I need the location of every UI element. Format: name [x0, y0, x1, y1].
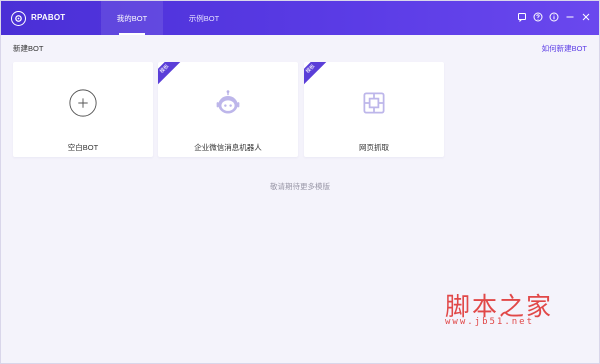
card-label: 网页抓取: [359, 143, 389, 152]
app-name: RPABOT: [31, 13, 66, 22]
more-templates-hint: 敬请期待更多模版: [270, 182, 330, 191]
window-controls: [517, 12, 591, 22]
tab-my-bot[interactable]: 我的BOT: [101, 1, 163, 35]
help-icon[interactable]: [533, 12, 543, 22]
web-grab-icon: [358, 87, 390, 119]
tab-label: 我的BOT: [116, 13, 148, 23]
card-label: 企业微信消息机器人: [194, 143, 262, 152]
tab-sample-bot[interactable]: 示例BOT: [173, 1, 235, 35]
info-icon[interactable]: [549, 12, 559, 22]
template-ribbon: 模板: [304, 62, 330, 88]
card-blank-bot[interactable]: 空白BOT: [13, 62, 153, 157]
card-web-grab[interactable]: 模板 网页抓取: [304, 62, 444, 157]
how-to-create-bot-link[interactable]: 如何新建BOT: [542, 43, 587, 54]
card-label: 空白BOT: [67, 143, 99, 152]
tab-label: 示例BOT: [188, 13, 220, 23]
template-ribbon: 模板: [158, 62, 184, 88]
message-icon[interactable]: [517, 12, 527, 22]
robot-icon: [212, 87, 244, 119]
watermark-url: www.jb51.net: [445, 317, 535, 327]
section-title: 新建BOT: [13, 44, 44, 53]
plus-icon: [67, 87, 99, 119]
close-icon[interactable]: [581, 12, 591, 22]
minimize-icon[interactable]: [565, 12, 575, 22]
title-bar: RPABOT 我的BOT 示例BOT: [1, 1, 599, 35]
app-logo-icon: [11, 11, 26, 26]
app-window: RPABOT 我的BOT 示例BOT 新建BOT 如何新建BOT 空白BOT 模…: [0, 0, 600, 364]
card-wechat-robot[interactable]: 模板 企业微信消息机器人: [158, 62, 298, 157]
